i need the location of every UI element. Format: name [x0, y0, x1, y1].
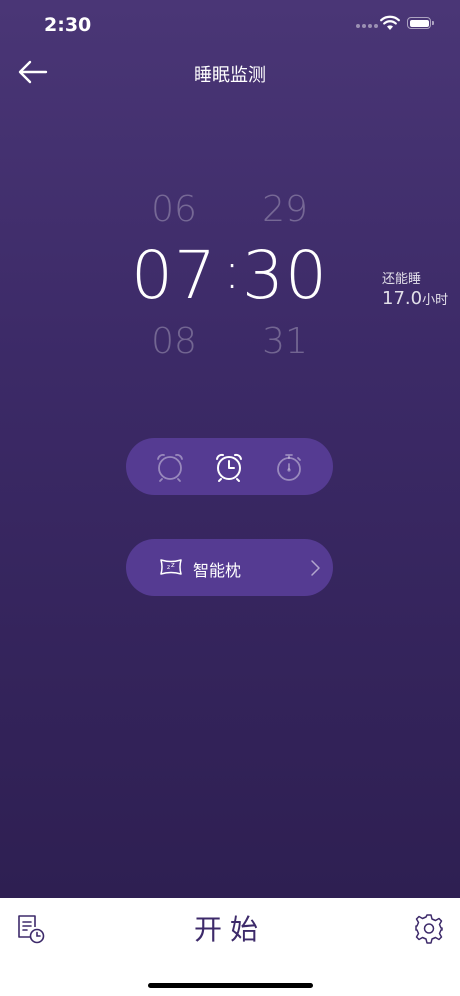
status-time: 2:30 — [44, 14, 92, 36]
hour-selected: 07 — [131, 237, 217, 314]
svg-text:z: z — [171, 561, 175, 569]
gear-icon — [415, 914, 443, 944]
page-title: 睡眠监测 — [194, 65, 266, 86]
history-icon — [18, 915, 45, 944]
chevron-right-icon — [311, 560, 320, 576]
minute-picker[interactable]: 29 30 31 — [230, 186, 340, 366]
history-button[interactable] — [14, 913, 46, 945]
minute-selected: 30 — [242, 237, 328, 314]
main-panel: 2:30 睡眠监测 06 07 08 : 29 30 31 还能睡 17.0小时… — [0, 0, 460, 898]
mode-alarm-clock-button[interactable] — [211, 449, 247, 485]
stopwatch-icon — [277, 453, 302, 481]
mode-alarm-button[interactable] — [152, 449, 188, 485]
hour-picker[interactable]: 06 07 08 — [119, 186, 229, 366]
remaining-unit: 小时 — [422, 293, 449, 308]
start-button[interactable]: 开始 — [150, 908, 310, 952]
wifi-icon — [380, 15, 400, 30]
mode-timer-button[interactable] — [271, 449, 307, 485]
home-indicator — [148, 983, 313, 988]
smart-pillow-icon: z z — [160, 559, 182, 575]
battery-icon — [407, 17, 434, 29]
remaining-hours: 17.0 — [382, 288, 423, 309]
smart-pillow-button[interactable]: z z 智能枕 — [126, 539, 333, 596]
alarm-clock-time-icon — [216, 453, 243, 482]
settings-button[interactable] — [413, 912, 445, 944]
hour-next: 08 — [151, 321, 197, 362]
smart-pillow-label: 智能枕 — [193, 561, 242, 580]
remaining-value: 17.0小时 — [382, 288, 448, 309]
remaining-label: 还能睡 — [382, 272, 422, 287]
signal-icon — [356, 24, 378, 28]
mode-selector — [126, 438, 333, 495]
minute-next: 31 — [262, 321, 308, 362]
hour-prev: 06 — [151, 189, 197, 230]
sleep-monitor-screen: 2:30 睡眠监测 06 07 08 : 29 30 31 还能睡 17.0小时… — [0, 0, 460, 996]
bottom-bar: 开始 — [0, 898, 460, 996]
svg-text:z: z — [167, 564, 170, 571]
alarm-clock-icon — [156, 453, 183, 482]
minute-prev: 29 — [262, 189, 308, 230]
